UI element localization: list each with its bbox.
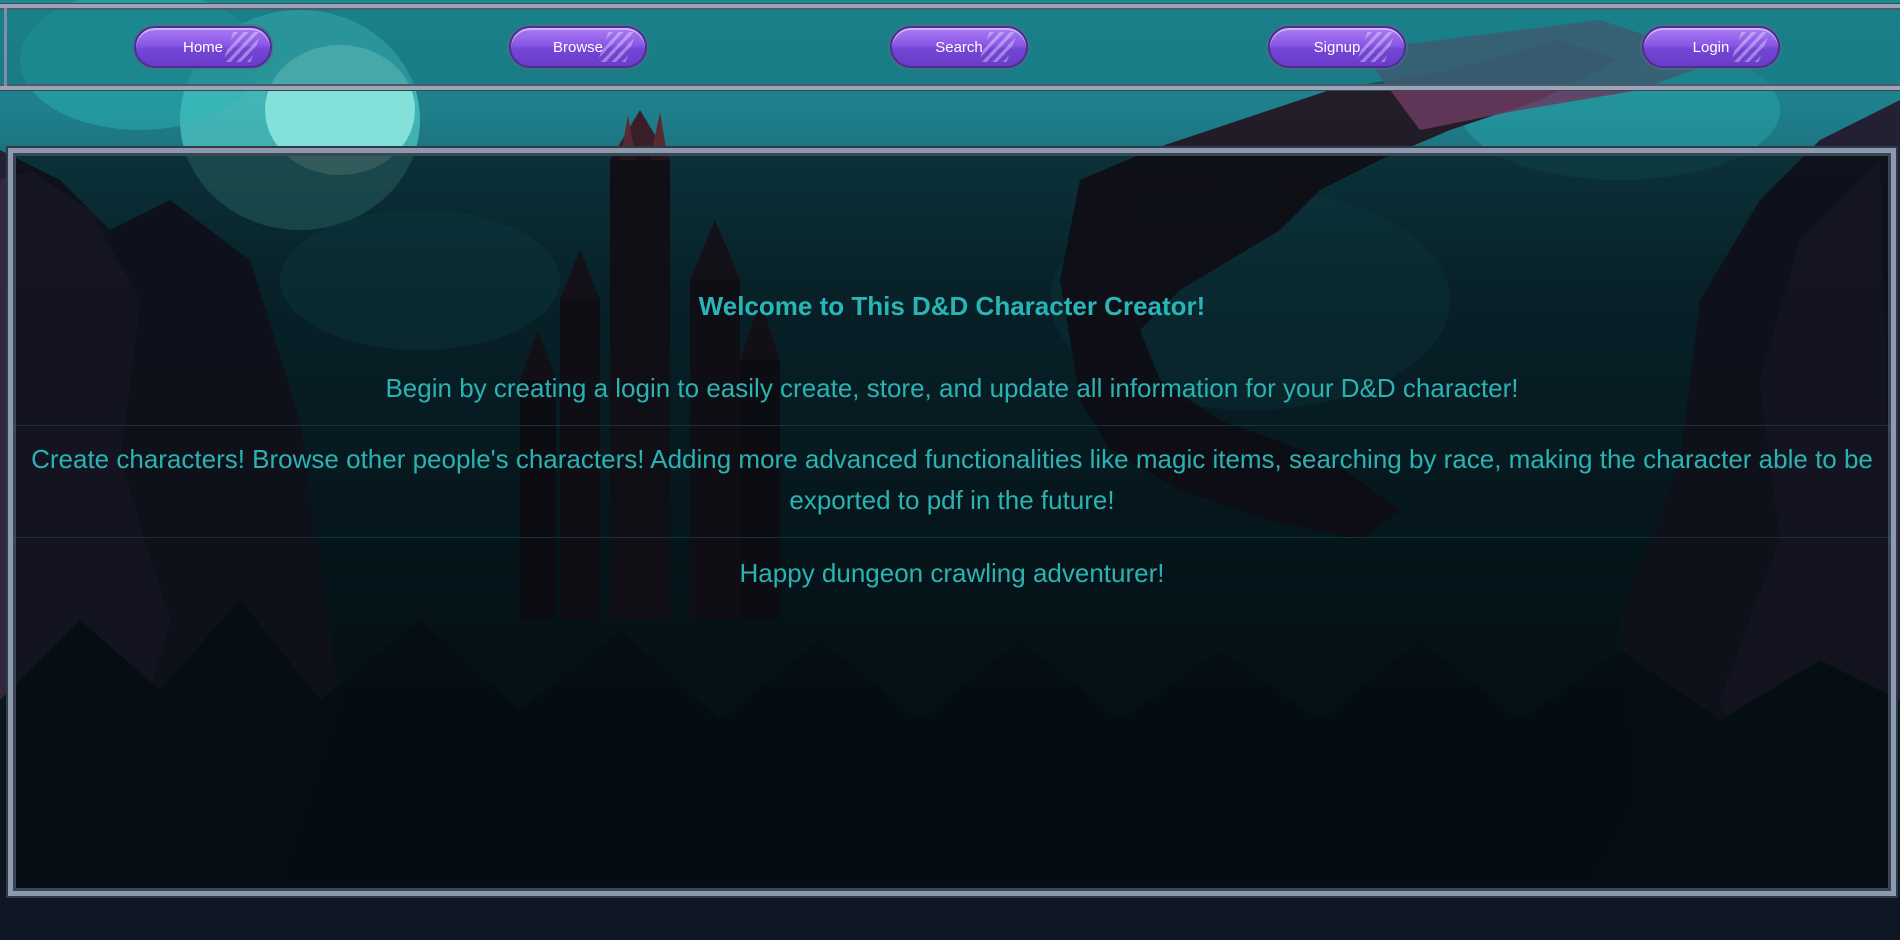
intro-text: Begin by creating a login to easily crea… [385,373,1519,403]
features-text: Create characters! Browse other people's… [31,444,1873,515]
browse-button-label: Browse [552,38,604,56]
signup-button[interactable]: Signup [1268,26,1406,68]
main-content-panel: Welcome to This D&D Character Creator! B… [8,148,1896,896]
signup-button-label: Signup [1313,38,1361,56]
login-button[interactable]: Login [1642,26,1780,68]
divider [13,425,1891,426]
login-button-label: Login [1692,38,1730,56]
home-button-label: Home [182,38,223,56]
panel-content: Welcome to This D&D Character Creator! B… [13,153,1891,891]
divider [13,537,1891,538]
page-title: Welcome to This D&D Character Creator! [698,291,1206,321]
browse-button[interactable]: Browse [509,26,647,68]
search-button-label: Search [935,38,983,56]
top-navigation-bar: Home Browse Search Signup Login [0,4,1900,90]
search-button[interactable]: Search [890,26,1028,68]
closing-text: Happy dungeon crawling adventurer! [739,558,1165,588]
home-button[interactable]: Home [134,26,272,68]
